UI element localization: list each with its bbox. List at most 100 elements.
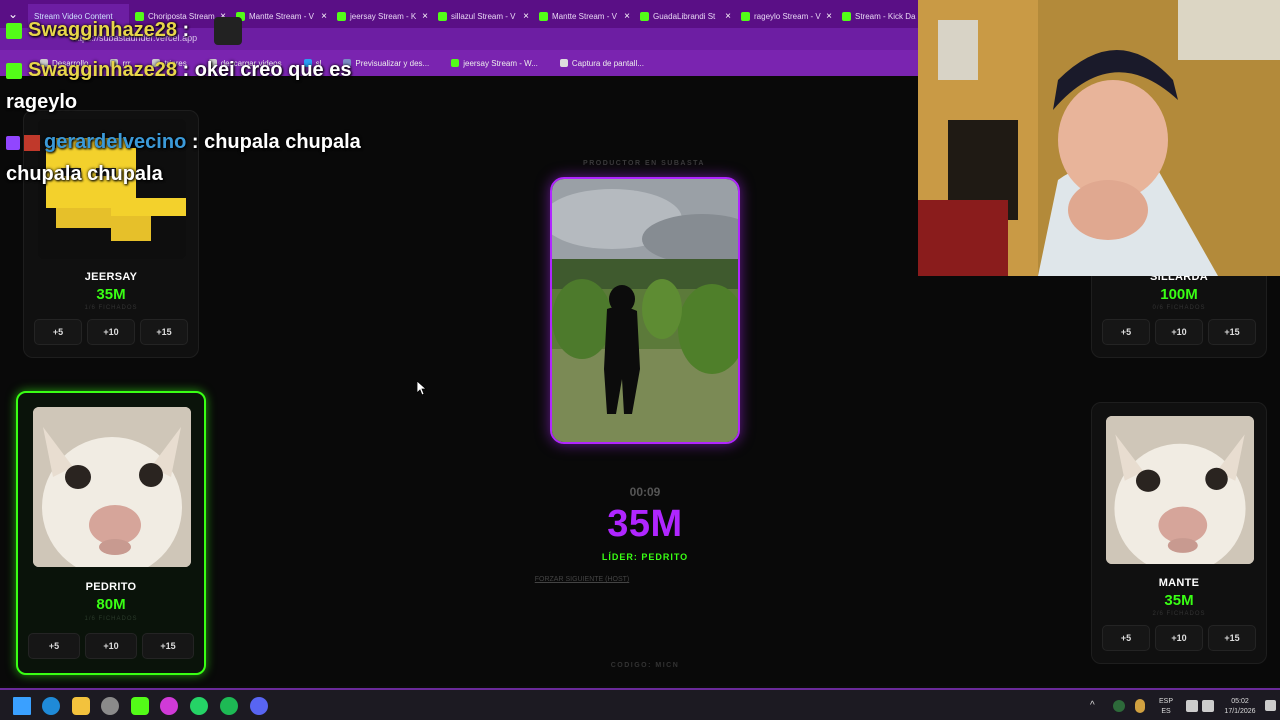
chat-username: Swagginhaze28 (28, 19, 177, 41)
notifications-icon[interactable] (1265, 700, 1276, 711)
whatsapp-icon[interactable] (190, 697, 208, 715)
chat-username: gerardelvecino (44, 131, 187, 153)
close-icon[interactable]: × (624, 11, 630, 22)
bid-plus-15-button[interactable]: +15 (140, 319, 188, 345)
bookmark[interactable]: Captura de pantall... (559, 58, 644, 68)
chat-text-cont: rageylo (6, 91, 78, 113)
tab-label: rageylo Stream - V (754, 11, 821, 21)
producer-image (552, 179, 738, 442)
bookmark[interactable]: jeersay Stream - W... (451, 59, 538, 68)
network-icon[interactable] (1186, 700, 1198, 712)
tab-4[interactable]: sillazul Stream - V × (432, 4, 533, 28)
chat-username: Swagginhaze28 (28, 59, 177, 81)
player-name: JEERSAY (84, 271, 138, 283)
tab-6[interactable]: GuadaLibrandi St × (634, 4, 735, 28)
close-icon[interactable]: × (523, 11, 529, 22)
tray-icon[interactable] (1113, 700, 1125, 712)
tab-label: sillazul Stream - V (451, 11, 516, 21)
x-badge-icon (24, 134, 40, 151)
tab-label: Mantte Stream - V (552, 11, 617, 21)
player-fichados: 0/6 FICHADOS (1152, 305, 1206, 311)
clock[interactable]: 05:02 17/1/2026 (1220, 697, 1260, 717)
close-icon[interactable]: × (725, 11, 731, 22)
kick-icon (640, 11, 649, 21)
room-code: CODIGO: MICN (610, 662, 680, 669)
kick-app-icon[interactable] (131, 697, 149, 715)
spotify-icon[interactable] (220, 697, 238, 715)
lang-top: ESP (1158, 698, 1173, 705)
settings-icon[interactable] (101, 697, 119, 715)
close-icon[interactable]: × (826, 11, 832, 22)
producer-photo (550, 177, 740, 444)
kick-badge-icon (6, 62, 22, 79)
volume-icon[interactable] (1202, 700, 1214, 712)
screen: ⌄ Stream Video Content Choriposta Stream… (0, 0, 1280, 720)
bid-buttons: +5 +10 +15 (1102, 625, 1256, 651)
player-fichados: 1/6 FICHADOS (84, 616, 138, 622)
close-icon[interactable]: × (422, 11, 428, 22)
auction-timer: 00:09 (629, 485, 661, 499)
chat-text: : okei creo que es (182, 59, 352, 81)
webcam-image (918, 0, 1280, 276)
chevron-up-icon[interactable]: ^ (1090, 700, 1102, 712)
player-value: 35M (1164, 592, 1194, 609)
auction-leader: LÍDER: PEDRITO (601, 552, 689, 562)
player-value: 35M (96, 286, 126, 303)
file-explorer-icon[interactable] (72, 697, 90, 715)
force-next-button[interactable]: FORZAR SIGUIENTE (HOST) (520, 576, 644, 583)
windows-start-icon[interactable] (13, 697, 31, 715)
mouse-cursor-icon (417, 381, 427, 395)
bid-plus-5-button[interactable]: +5 (1102, 625, 1150, 651)
bid-plus-10-button[interactable]: +10 (1155, 319, 1203, 345)
tab-2[interactable]: Mantte Stream - V × (230, 4, 331, 28)
kick-icon (451, 59, 460, 67)
close-icon[interactable]: × (321, 11, 327, 22)
player-fichados: 2/6 FICHADOS (1152, 611, 1206, 617)
bid-plus-10-button[interactable]: +10 (1155, 625, 1203, 651)
chat-text-cont: chupala chupala (6, 163, 163, 185)
tab-label: Stream - Kick Da (855, 11, 916, 21)
tab-3[interactable]: jeersay Stream - K × (331, 4, 432, 28)
kick-icon (438, 11, 447, 21)
player-photo-cat (33, 407, 191, 567)
chat-message: gerardelvecino : chupala chupala chupala… (6, 126, 361, 190)
tab-7[interactable]: rageylo Stream - V × (735, 4, 836, 28)
bookmark-label: Previsualizar y des... (355, 58, 430, 68)
bid-buttons: +5 +10 +15 (28, 633, 194, 659)
taskbar: ^ ESP ES 05:02 17/1/2026 (0, 688, 1280, 720)
bid-plus-5-button[interactable]: +5 (34, 319, 82, 345)
bid-plus-10-button[interactable]: +10 (87, 319, 135, 345)
auction-label: PRODUCTOR EN SUBASTA (583, 160, 705, 167)
tab-8[interactable]: Stream - Kick Da (836, 4, 916, 28)
app-c-icon[interactable] (160, 697, 178, 715)
kick-badge-icon (6, 22, 22, 39)
bid-buttons: +5 +10 +15 (1102, 319, 1256, 345)
kick-icon (741, 11, 750, 21)
bid-plus-5-button[interactable]: +5 (1102, 319, 1150, 345)
bid-plus-15-button[interactable]: +15 (1208, 319, 1256, 345)
player-card-pedrito: PEDRITO 80M 1/6 FICHADOS +5 +10 +15 (16, 391, 206, 675)
scissors-icon (559, 59, 568, 67)
bid-plus-10-button[interactable]: +10 (85, 633, 137, 659)
bookmark-label: Captura de pantall... (571, 58, 644, 68)
bid-plus-5-button[interactable]: +5 (28, 633, 80, 659)
bid-plus-15-button[interactable]: +15 (142, 633, 194, 659)
edge-icon[interactable] (42, 697, 60, 715)
player-value: 80M (96, 596, 126, 613)
kick-icon (539, 11, 548, 21)
lang-bottom: ES (1161, 708, 1171, 715)
bookmark[interactable]: Previsualizar y des... (343, 59, 429, 68)
player-value: 100M (1160, 286, 1198, 303)
chat-avatar (214, 17, 242, 45)
tab-5[interactable]: Mantte Stream - V × (533, 4, 634, 28)
bid-plus-15-button[interactable]: +15 (1208, 625, 1256, 651)
discord-icon[interactable] (250, 697, 268, 715)
cat-face-image (1106, 416, 1254, 564)
auction-price: 35M (607, 503, 683, 545)
player-fichados: 1/6 FICHADOS (84, 305, 138, 311)
clock-time: 05:02 (1231, 698, 1249, 705)
microphone-icon[interactable] (1135, 699, 1145, 713)
language-indicator[interactable]: ESP ES (1156, 697, 1176, 717)
chat-text: : chupala chupala (191, 131, 361, 153)
kick-icon (337, 11, 346, 21)
